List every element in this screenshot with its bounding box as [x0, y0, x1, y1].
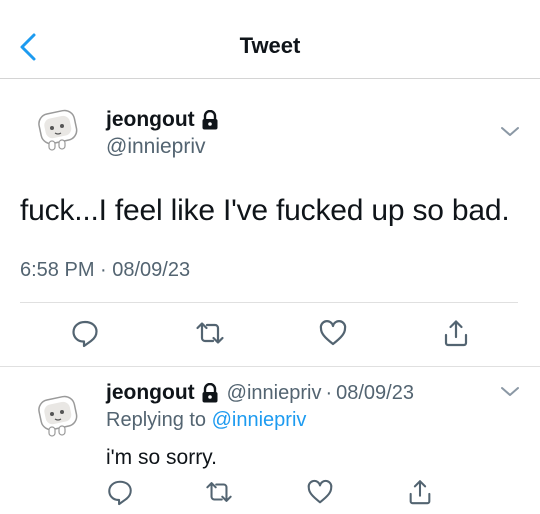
author-handle[interactable]: @inniepriv — [106, 135, 206, 159]
divider — [0, 366, 540, 367]
replying-to-mention[interactable]: @inniepriv — [212, 409, 307, 431]
tweet-timestamp[interactable]: 6:58 PM · 08/09/23 — [20, 259, 190, 282]
lock-icon — [202, 110, 218, 130]
divider — [20, 302, 518, 303]
lock-icon — [202, 383, 218, 403]
top-bar: Tweet — [0, 0, 540, 79]
page-title: Tweet — [239, 33, 301, 58]
author-handle[interactable]: @inniepriv — [227, 382, 322, 405]
tweet-text: fuck...I feel like I've fucked up so bad… — [20, 194, 510, 227]
reply-date[interactable]: 08/09/23 — [336, 382, 414, 405]
share-icon[interactable] — [406, 478, 434, 506]
replying-to-line: Replying to @inniepriv — [106, 409, 306, 432]
reply-author-row[interactable]: jeongout @inniepriv · 08/09/23 — [106, 381, 414, 405]
display-name[interactable]: jeongout — [106, 381, 195, 405]
reply-icon[interactable] — [106, 478, 134, 506]
chevron-down-icon[interactable] — [499, 125, 521, 139]
share-icon[interactable] — [441, 318, 471, 348]
display-name[interactable]: jeongout — [106, 108, 195, 132]
chevron-down-icon[interactable] — [499, 385, 521, 399]
avatar[interactable] — [36, 394, 82, 440]
meta-separator: · — [325, 381, 333, 404]
avatar[interactable] — [36, 108, 82, 154]
retweet-icon[interactable] — [205, 478, 233, 506]
like-icon[interactable] — [306, 478, 334, 506]
author-name-row[interactable]: jeongout — [106, 108, 219, 132]
reply-icon[interactable] — [70, 318, 100, 348]
like-icon[interactable] — [318, 318, 348, 348]
retweet-icon[interactable] — [195, 318, 225, 348]
replying-to-label: Replying to — [106, 409, 207, 431]
reply-text: i'm so sorry. — [106, 446, 217, 469]
